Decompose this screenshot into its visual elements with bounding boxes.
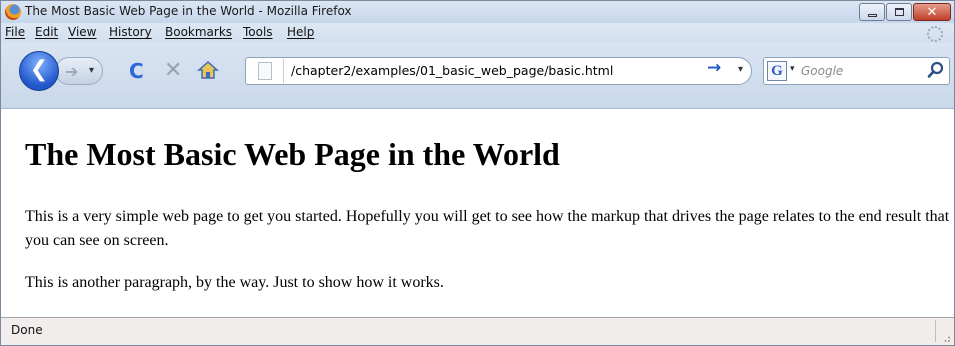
window-title: The Most Basic Web Page in the World - M… <box>25 4 352 18</box>
forward-button[interactable]: ➔ ▾ <box>55 57 103 85</box>
home-icon[interactable] <box>197 60 219 80</box>
stop-icon[interactable]: ✕ <box>164 60 182 82</box>
minimize-button[interactable] <box>859 3 885 21</box>
page-icon <box>258 62 272 80</box>
google-engine-icon[interactable]: G <box>767 61 787 81</box>
paragraph: This is another paragraph, by the way. J… <box>25 274 444 291</box>
back-button[interactable]: ❮ <box>19 51 59 91</box>
status-bar <box>1 317 954 345</box>
status-divider <box>935 320 936 342</box>
browser-window: The Most Basic Web Page in the World - M… <box>0 0 955 346</box>
close-icon: ✕ <box>926 4 938 20</box>
firefox-logo-icon <box>5 4 21 20</box>
maximize-button[interactable] <box>886 3 912 21</box>
search-icon[interactable] <box>927 61 945 79</box>
paragraph: This is a very simple web page to get yo… <box>25 208 950 249</box>
back-arrow-icon: ❮ <box>29 57 49 82</box>
maximize-icon <box>894 8 904 16</box>
resize-grip-icon[interactable] <box>941 333 951 343</box>
engine-dropdown-icon[interactable]: ▾ <box>790 64 795 74</box>
reload-icon[interactable]: C <box>129 61 144 81</box>
minimize-icon <box>867 14 877 17</box>
page-heading: The Most Basic Web Page in the World <box>25 136 560 172</box>
throbber-icon <box>927 26 943 42</box>
menu-view[interactable]: View <box>68 25 96 39</box>
status-text: Done <box>11 323 43 337</box>
close-button[interactable]: ✕ <box>913 3 951 21</box>
forward-arrow-icon: ➔ <box>65 62 79 81</box>
menu-history[interactable]: History <box>109 25 152 39</box>
url-dropdown-icon[interactable]: ▾ <box>738 64 743 75</box>
menu-file[interactable]: File <box>5 25 25 39</box>
history-dropdown-icon[interactable]: ▾ <box>89 65 94 76</box>
menu-help[interactable]: Help <box>287 25 314 39</box>
url-text[interactable]: /chapter2/examples/01_basic_web_page/bas… <box>291 63 613 78</box>
address-bar-divider <box>283 59 284 83</box>
search-input[interactable] <box>801 62 911 80</box>
menu-bookmarks[interactable]: Bookmarks <box>165 25 232 39</box>
menu-edit[interactable]: Edit <box>35 25 58 39</box>
go-arrow-icon[interactable]: → <box>707 60 721 77</box>
menu-tools[interactable]: Tools <box>243 25 273 39</box>
